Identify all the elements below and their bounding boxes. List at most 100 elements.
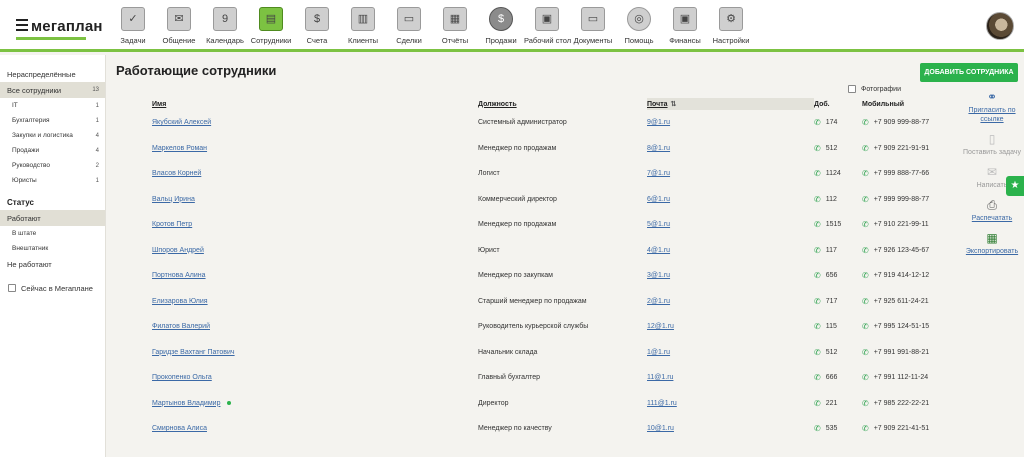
employee-name-link[interactable]: Власов Корней: [152, 170, 201, 177]
nav-item-sales[interactable]: $ Продажи: [478, 4, 524, 45]
photos-checkbox[interactable]: [848, 85, 856, 93]
sidebar-item-department[interactable]: Руководство 2: [0, 158, 105, 173]
cell-email: 1@1.ru: [647, 340, 814, 366]
employee-name-link[interactable]: Вальц Ирина: [152, 196, 195, 203]
logo[interactable]: мегаплан: [16, 16, 103, 40]
employee-name-link[interactable]: Шпоров Андрей: [152, 247, 204, 254]
nav-item-chat[interactable]: ✉ Общение: [156, 4, 202, 45]
email-link[interactable]: 11@1.ru: [647, 374, 673, 381]
nav-item-employees[interactable]: ▤ Сотрудники: [248, 4, 294, 45]
nav-item-clients[interactable]: ▥ Клиенты: [340, 4, 386, 45]
email-link[interactable]: 1@1.ru: [647, 349, 670, 356]
employee-name-link[interactable]: Якубский Алексей: [152, 119, 211, 126]
sidebar-item-department[interactable]: Бухгалтерия 1: [0, 113, 105, 128]
export-action[interactable]: ▦ Экспортировать: [962, 231, 1022, 256]
status-heading: Статус: [7, 198, 34, 207]
email-link[interactable]: 8@1.ru: [647, 145, 670, 152]
settings-icon-glyph: ⚙: [726, 13, 736, 25]
sidebar-item-department[interactable]: Закупки и логистика 4: [0, 128, 105, 143]
sidebar-item-in-staff[interactable]: В штате: [0, 226, 105, 241]
nav-item-label: Общение: [162, 36, 196, 45]
desktop-icon-glyph: ▣: [541, 13, 553, 25]
email-link[interactable]: 4@1.ru: [647, 247, 670, 254]
phone-icon: ✆: [862, 373, 869, 383]
nav-item-documents[interactable]: ▭ Документы: [570, 4, 616, 45]
nav-item-label: Счета: [306, 36, 328, 45]
table-row: Филатов Валерий Руководитель курьерской с…: [152, 314, 952, 340]
nav-item-settings[interactable]: ⚙ Настройки: [708, 4, 754, 45]
cell-email: 5@1.ru: [647, 212, 814, 238]
employee-name-link[interactable]: Смирнова Алиса: [152, 425, 207, 432]
sidebar-item-all-staff[interactable]: Все сотрудники 13: [0, 82, 105, 98]
cell-position: Системный администратор: [478, 119, 567, 127]
employee-name-link[interactable]: Елизарова Юлия: [152, 298, 208, 305]
print-action[interactable]: ⎙ Распечатать: [962, 198, 1022, 223]
column-header-position[interactable]: Должность: [478, 98, 647, 110]
email-link[interactable]: 10@1.ru: [647, 425, 674, 432]
sidebar-item-not-working[interactable]: Не работают: [0, 256, 105, 272]
mobile-value: +7 909 221-91-91: [873, 144, 930, 152]
cell-position: Юрист: [478, 246, 500, 254]
sidebar-item-label: Работают: [7, 213, 41, 223]
nav-item-help[interactable]: ◎ Помощь: [616, 4, 662, 45]
sidebar-item-department[interactable]: IT 1: [0, 98, 105, 113]
nav-item-invoices[interactable]: $ Счета: [294, 4, 340, 45]
email-link[interactable]: 3@1.ru: [647, 272, 670, 279]
email-link[interactable]: 9@1.ru: [647, 119, 670, 126]
ext-value: 1124: [825, 170, 841, 178]
table-row: Вальц Ирина Коммерческий директор 6@1.ru ✆ 1…: [152, 187, 952, 213]
nav-item-reports[interactable]: ▦ Отчёты: [432, 4, 478, 45]
email-link[interactable]: 2@1.ru: [647, 298, 670, 305]
cell-ext: ✆ 717: [814, 289, 862, 315]
phone-icon: ✆: [862, 118, 869, 128]
sidebar-item-count: 4: [95, 147, 99, 154]
nav-item-calendar[interactable]: 9 Календарь: [202, 4, 248, 45]
employee-name-link[interactable]: Мартынов Владимир: [152, 400, 220, 407]
mobile-value: +7 985 222-22-21: [873, 399, 930, 407]
now-online-filter[interactable]: Сейчас в Мегаплане: [0, 281, 105, 295]
nav-item-label: Отчёты: [441, 36, 469, 45]
email-link[interactable]: 7@1.ru: [647, 170, 670, 177]
finance-icon-glyph: ▣: [679, 13, 691, 25]
tasks-icon-glyph: ✓: [128, 13, 138, 25]
now-online-label: Сейчас в Мегаплане: [21, 283, 93, 293]
favorite-star-icon[interactable]: ★: [1006, 176, 1024, 196]
nav-item-desktop[interactable]: ▣ Рабочий стол: [524, 4, 571, 45]
column-header-ext: Доб.: [814, 100, 830, 108]
employee-name-link[interactable]: Прокопенко Ольга: [152, 374, 212, 381]
invite-by-link-action[interactable]: ⚭ Пригласить по ссылке: [962, 90, 1022, 124]
user-avatar[interactable]: [986, 12, 1014, 40]
sidebar-item-department[interactable]: Юристы 1: [0, 173, 105, 188]
add-employee-button[interactable]: ДОБАВИТЬ СОТРУДНИКА: [920, 63, 1018, 82]
sidebar-item-working[interactable]: Работают: [0, 210, 105, 226]
column-header-email[interactable]: Почта ⇅: [647, 98, 814, 110]
sidebar-item-department[interactable]: Продажи 4: [0, 143, 105, 158]
email-link[interactable]: 6@1.ru: [647, 196, 670, 203]
cell-mobile: ✆ +7 910 221-99-11: [862, 212, 952, 238]
sidebar-item-label: Продажи: [12, 147, 40, 154]
nav-item-finance[interactable]: ▣ Финансы: [662, 4, 708, 45]
cell-email: 7@1.ru: [647, 161, 814, 187]
sidebar-item-freelance[interactable]: Внештатник: [0, 241, 105, 256]
sidebar-item-unassigned[interactable]: Нераспределённые: [0, 66, 105, 82]
column-header-name[interactable]: Имя: [152, 98, 478, 110]
phone-icon: ✆: [814, 194, 821, 204]
email-link[interactable]: 12@1.ru: [647, 323, 674, 330]
employee-name-link[interactable]: Филатов Валерий: [152, 323, 210, 330]
employee-name-link[interactable]: Гаридзе Вахтанг Патович: [152, 349, 235, 356]
employee-name-link[interactable]: Портнова Алина: [152, 272, 206, 279]
nav-item-label: Документы: [573, 36, 613, 45]
email-link[interactable]: 111@1.ru: [647, 400, 677, 407]
now-online-checkbox[interactable]: [8, 284, 16, 292]
create-task-action[interactable]: ▯ Поставить задачу: [962, 132, 1022, 157]
cell-name: Филатов Валерий: [152, 314, 478, 340]
phone-icon: ✆: [814, 245, 821, 255]
nav-item-deals[interactable]: ▭ Сделки: [386, 4, 432, 45]
nav-item-tasks[interactable]: ✓ Задачи: [110, 4, 156, 45]
employee-name-link[interactable]: Кротов Петр: [152, 221, 192, 228]
photos-toggle[interactable]: Фотографии: [848, 85, 901, 93]
employee-name-link[interactable]: Маркелов Роман: [152, 145, 207, 152]
email-link[interactable]: 5@1.ru: [647, 221, 670, 228]
table-row: Елизарова Юлия Старший менеджер по продаж…: [152, 289, 952, 315]
mobile-value: +7 991 991-88-21: [873, 348, 930, 356]
